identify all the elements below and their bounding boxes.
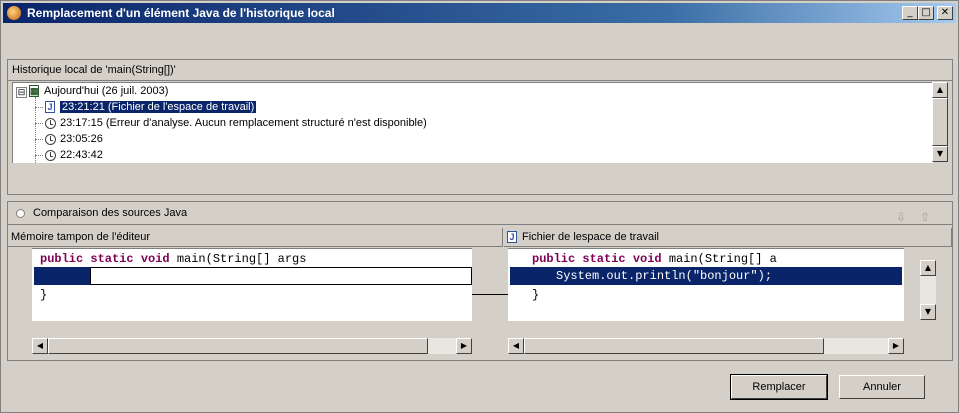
previous-difference-icon[interactable]: ⇧ [920,206,930,228]
tree-guide [35,123,43,124]
tree-root[interactable]: ▦ Aujourd'hui (26 juil. 2003) [29,83,168,99]
scroll-right-icon[interactable]: ▶ [888,338,904,354]
java-file-icon: J [45,101,55,114]
diff-connector [472,294,508,295]
gutter-header [464,228,503,247]
maximize-button[interactable]: □ [918,6,934,20]
scroll-down-icon[interactable]: ▼ [920,304,936,320]
tree-entry[interactable]: 23:05:26 [45,131,103,147]
next-difference-icon[interactable]: ⇩ [896,206,906,228]
tree-entry-label: 22:43:42 [60,149,103,161]
code-line: } [40,288,48,302]
right-pane-header: J Fichier de lespace de travail [504,228,952,247]
scroll-down-icon[interactable]: ▼ [932,146,948,162]
code-line: System.out.println("bonjour"); [556,269,773,283]
cancel-button[interactable]: Annuler [839,375,925,399]
compare-panel: Comparaison des sources Java ⇩ ⇧ Mémoire… [7,201,953,361]
compare-title-bar: Comparaison des sources Java ⇩ ⇧ [8,202,952,225]
tree-entry[interactable]: 22:43:42 [45,147,103,161]
code-keyword: public static void [40,252,170,266]
clock-icon [45,117,56,129]
history-label: Historique local de 'main(String[])' [8,60,952,81]
tree-guide [35,139,43,140]
title-bar: Remplacement d'un élément Java de l'hist… [3,3,956,23]
compare-radio-icon [16,208,25,218]
tree-guide [35,107,43,108]
scroll-left-icon[interactable]: ◀ [508,338,524,354]
clock-icon [45,149,56,161]
left-code-viewer[interactable]: public static void main(String[] args } [32,248,472,321]
tree-entry-label: 23:05:26 [60,133,103,145]
right-pane-title: Fichier de lespace de travail [522,231,659,243]
code-line: public static void main(String[] a [532,251,777,267]
scroll-thumb[interactable] [524,338,824,354]
tree-entry[interactable]: J 23:21:21 (Fichier de l'espace de travai… [45,99,257,115]
code-line: } [532,288,540,302]
right-hscrollbar[interactable]: ◀ ▶ [508,338,904,354]
tree-entry[interactable]: 23:17:15 (Erreur d'analyse. Aucun rempla… [45,115,427,131]
java-file-icon: J [507,231,517,244]
scroll-thumb[interactable] [48,338,428,354]
diff-highlight [34,267,90,285]
history-tree: ⊟ ▦ Aujourd'hui (26 juil. 2003) J 23:21:21… [12,82,933,163]
code-text: main(String[] a [661,252,777,266]
dialog-window: Remplacement d'un élément Java de l'hist… [0,0,959,413]
code-text: main(String[] args [169,252,307,266]
code-keyword: public static void [532,252,662,266]
left-pane-header: Mémoire tampon de l'éditeur [8,228,466,247]
scroll-left-icon[interactable]: ◀ [32,338,48,354]
compare-title: Comparaison des sources Java [33,207,188,219]
scroll-thumb[interactable] [932,98,948,146]
scroll-right-icon[interactable]: ▶ [456,338,472,354]
left-hscrollbar[interactable]: ◀ ▶ [32,338,472,354]
collapse-icon[interactable]: ⊟ [16,87,27,98]
tree-entry-label: 23:17:15 (Erreur d'analyse. Aucun rempla… [60,117,427,129]
close-button[interactable]: ✕ [937,6,953,20]
history-panel: Historique local de 'main(String[])' ⊟ ▦… [7,59,953,195]
code-line: public static void main(String[] args [40,251,306,267]
scroll-up-icon[interactable]: ▲ [932,82,948,98]
replace-button[interactable]: Remplacer [730,374,828,400]
tree-root-label: Aujourd'hui (26 juil. 2003) [44,85,169,97]
diff-range-box [90,267,472,285]
tree-entry-label: 23:21:21 (Fichier de l'espace de travail… [60,101,257,113]
clock-icon [45,133,56,145]
right-vscrollbar[interactable]: ▲ ▼ [920,260,936,320]
history-scrollbar[interactable]: ▲ ▼ [932,82,948,162]
history-root-icon: ▦ [29,85,39,98]
scroll-up-icon[interactable]: ▲ [920,260,936,276]
app-icon [7,6,21,20]
minimize-button[interactable]: _ [902,6,918,20]
window-title: Remplacement d'un élément Java de l'hist… [27,6,335,20]
right-code-viewer[interactable]: public static void main(String[] a Syste… [508,248,904,321]
tree-guide [35,155,43,156]
